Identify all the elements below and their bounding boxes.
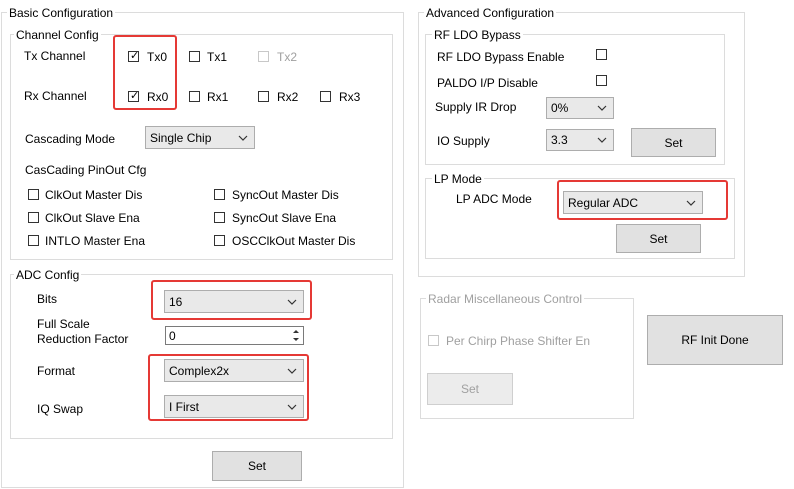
lp-mode-title: LP Mode (432, 172, 484, 186)
tx0-checkbox[interactable]: ✓ (128, 50, 140, 62)
syncout-slave-ena-label: SyncOut Slave Ena (232, 211, 337, 225)
radar-misc-set-label: Set (460, 382, 479, 396)
clkout-slave-ena-label: ClkOut Slave Ena (45, 211, 140, 225)
adc-config-title: ADC Config (14, 268, 82, 282)
io-supply-value: 3.3 (551, 133, 568, 147)
check-mark-icon: ✓ (130, 90, 140, 102)
basic-set-label: Set (247, 459, 266, 473)
rx1-label: Rx1 (207, 90, 229, 104)
per-chirp-phase-shifter-label: Per Chirp Phase Shifter En (446, 334, 591, 348)
tx1-checkbox[interactable] (189, 51, 200, 62)
tx-channel-label: Tx Channel (24, 49, 86, 63)
syncout-master-dis-label: SyncOut Master Dis (232, 188, 339, 202)
bits-value: 16 (169, 294, 183, 309)
oscclkout-master-dis-label: OSCClkOut Master Dis (232, 234, 356, 248)
tx2-label: Tx2 (277, 50, 298, 64)
chevron-down-icon (597, 105, 607, 111)
chevron-down-icon (287, 299, 297, 305)
supply-ir-drop-label: Supply IR Drop (435, 100, 517, 114)
tx2-checkbox[interactable] (258, 51, 269, 62)
full-scale-label: Full Scale (37, 317, 90, 331)
rf-ldo-bypass-enable-label: RF LDO Bypass Enable (437, 50, 565, 64)
cascading-pinout-label: CasCading PinOut Cfg (25, 163, 147, 177)
lp-adc-mode-label: LP ADC Mode (456, 192, 532, 206)
check-mark-icon: ✓ (130, 50, 140, 62)
intlo-master-ena-label: INTLO Master Ena (45, 234, 146, 248)
spinner-arrows-icon[interactable] (289, 327, 303, 344)
clkout-master-dis-label: ClkOut Master Dis (45, 188, 143, 202)
tx1-label: Tx1 (207, 50, 228, 64)
chevron-down-icon (238, 135, 248, 141)
rx0-checkbox[interactable]: ✓ (128, 90, 140, 102)
rx0-label: Rx0 (147, 90, 169, 104)
radar-misc-set-button[interactable]: Set (427, 373, 513, 405)
bits-label: Bits (37, 292, 58, 306)
rf-ldo-set-button[interactable]: Set (631, 128, 716, 157)
rf-ldo-bypass-title: RF LDO Bypass (432, 28, 523, 42)
basic-set-button[interactable]: Set (212, 451, 302, 481)
radar-misc-title: Radar Miscellaneous Control (426, 292, 585, 306)
iq-swap-value: I First (169, 399, 199, 414)
lp-mode-set-button[interactable]: Set (616, 224, 701, 253)
cascading-mode-select[interactable]: Single Chip (145, 126, 255, 149)
chevron-down-icon (597, 137, 607, 143)
lp-adc-mode-select[interactable]: Regular ADC (563, 191, 703, 214)
clkout-slave-ena-checkbox[interactable] (28, 212, 39, 223)
format-value: Complex2x (169, 363, 230, 378)
lp-adc-mode-value: Regular ADC (568, 195, 639, 210)
paldo-ip-disable-checkbox[interactable] (596, 75, 607, 86)
reduction-factor-value: 0 (169, 328, 176, 343)
rx3-label: Rx3 (339, 90, 361, 104)
iq-swap-label: IQ Swap (37, 402, 84, 416)
intlo-master-ena-checkbox[interactable] (28, 235, 39, 246)
chevron-down-icon (287, 404, 297, 410)
rf-init-done-button[interactable]: RF Init Done (647, 315, 783, 365)
paldo-ip-disable-label: PALDO I/P Disable (437, 76, 538, 90)
io-supply-label: IO Supply (437, 134, 490, 148)
rx2-label: Rx2 (277, 90, 299, 104)
oscclkout-master-dis-checkbox[interactable] (214, 235, 225, 246)
lp-mode-set-label: Set (649, 231, 668, 246)
rf-ldo-bypass-enable-checkbox[interactable] (596, 49, 607, 60)
rx1-checkbox[interactable] (189, 91, 200, 102)
basic-configuration-title: Basic Configuration (7, 6, 116, 20)
reduction-factor-stepper[interactable]: 0 (165, 326, 304, 345)
bits-select[interactable]: 16 (164, 290, 304, 313)
chevron-down-icon (287, 368, 297, 374)
iq-swap-select[interactable]: I First (164, 395, 304, 418)
rf-ldo-set-label: Set (664, 135, 683, 150)
channel-config-title: Channel Config (14, 28, 101, 42)
rf-init-done-label: RF Init Done (681, 333, 749, 347)
chevron-down-icon (686, 200, 696, 206)
io-supply-select[interactable]: 3.3 (546, 129, 614, 151)
cascading-mode-value: Single Chip (150, 130, 212, 145)
rx-channel-label: Rx Channel (24, 89, 87, 103)
supply-ir-drop-value: 0% (551, 101, 569, 115)
rx2-checkbox[interactable] (258, 91, 269, 102)
rx3-checkbox[interactable] (320, 91, 331, 102)
format-label: Format (37, 364, 76, 378)
per-chirp-phase-shifter-checkbox[interactable] (428, 335, 439, 346)
format-select[interactable]: Complex2x (164, 359, 304, 382)
syncout-slave-ena-checkbox[interactable] (214, 212, 225, 223)
reduction-factor-label: Reduction Factor (37, 332, 129, 346)
supply-ir-drop-select[interactable]: 0% (546, 97, 614, 119)
cascading-mode-label: Cascading Mode (25, 132, 116, 146)
clkout-master-dis-checkbox[interactable] (28, 189, 39, 200)
tx0-label: Tx0 (147, 50, 168, 64)
syncout-master-dis-checkbox[interactable] (214, 189, 225, 200)
advanced-configuration-title: Advanced Configuration (424, 6, 557, 20)
